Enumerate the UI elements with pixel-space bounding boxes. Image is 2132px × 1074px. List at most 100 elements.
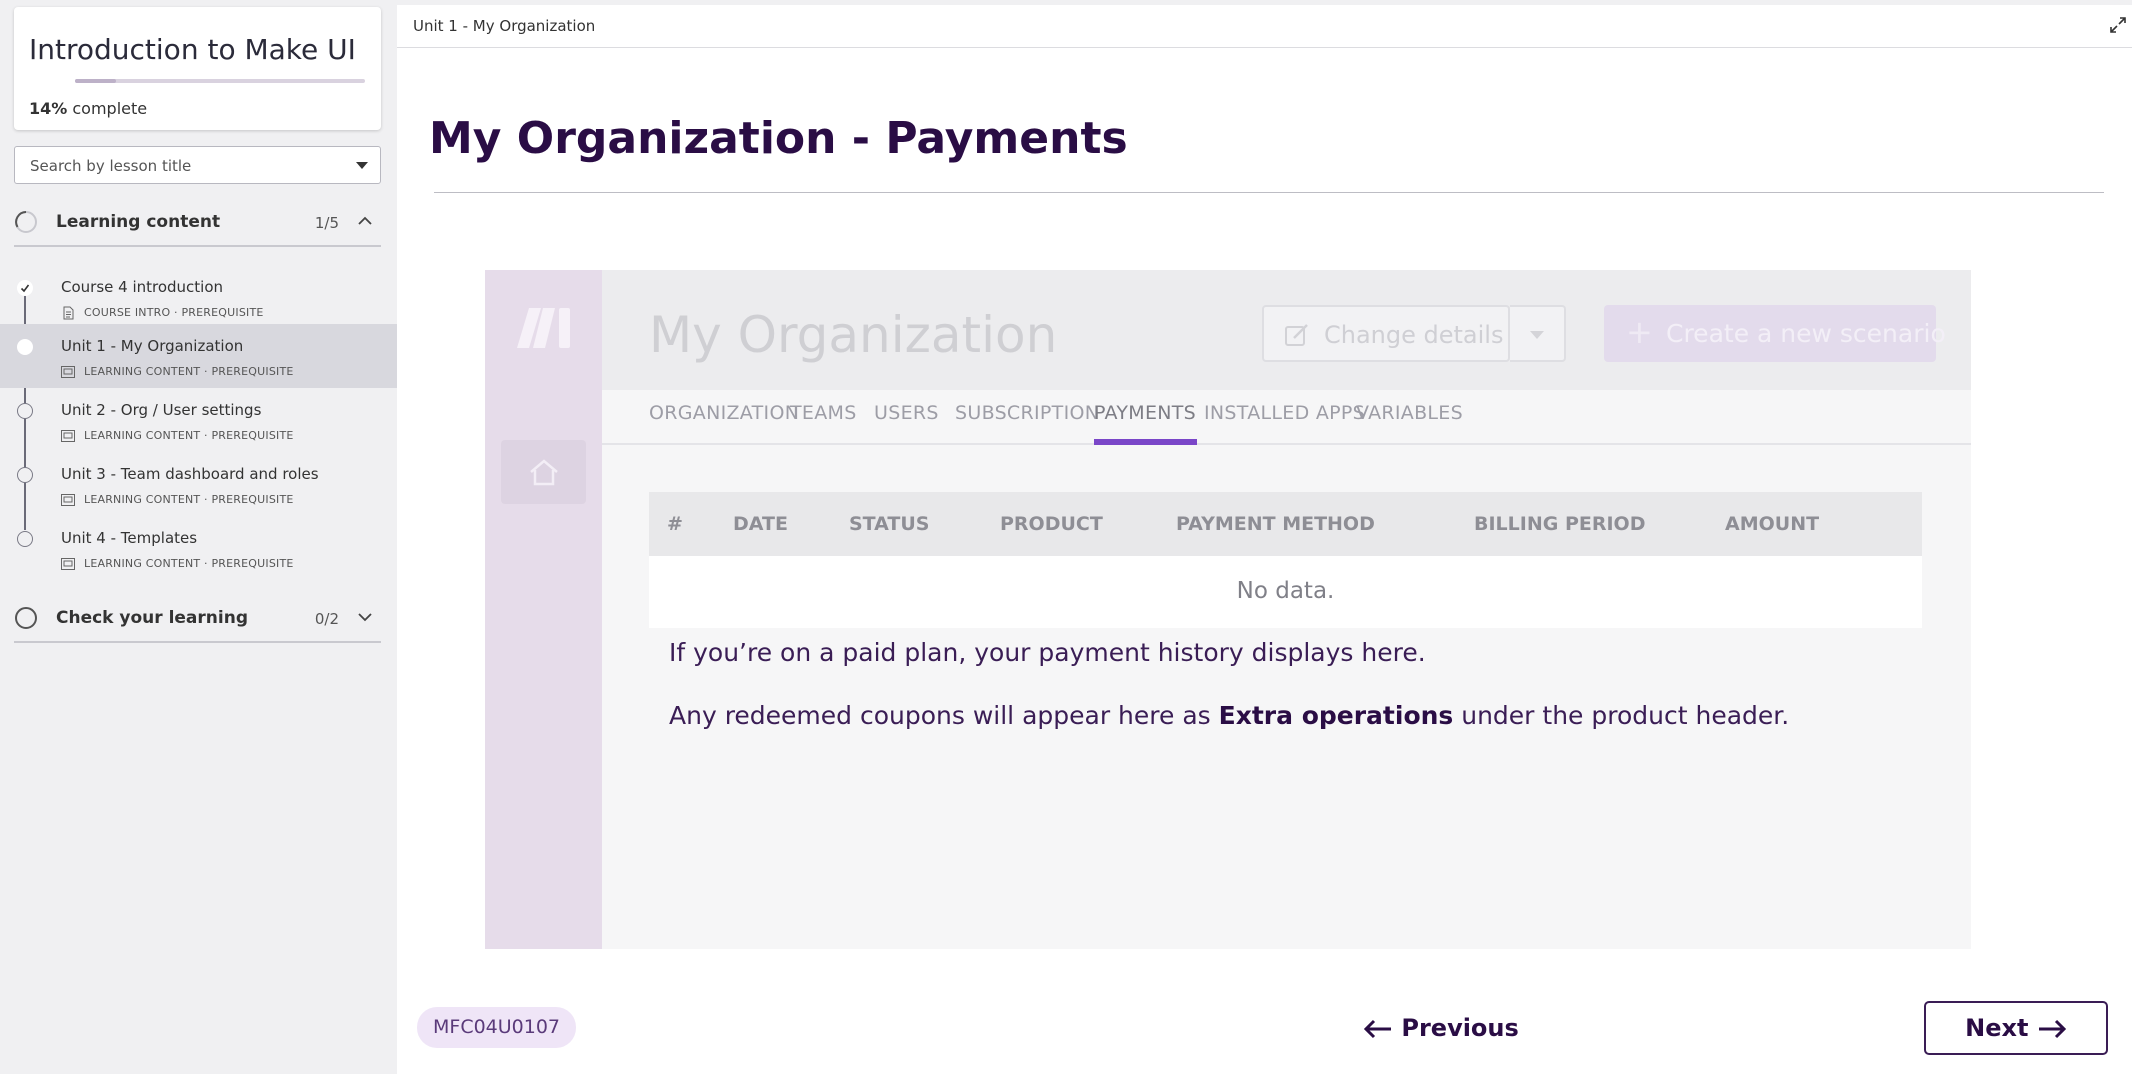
lesson-meta-text: LEARNING CONTENT · PREREQUISITE (84, 429, 294, 442)
previous-label: Previous (1401, 1014, 1519, 1042)
next-button[interactable]: Next (1924, 1001, 2108, 1055)
explanation-text: under the product header. (1453, 701, 1790, 730)
lesson-content: Unit 1 - My Organization My Organization… (397, 5, 2132, 1074)
lesson-meta: LEARNING CONTENT · PREREQUISITE (61, 425, 294, 442)
change-details-dropdown (1510, 305, 1566, 362)
payments-table-body: No data. (649, 556, 1922, 628)
section-count: 0/2 (314, 610, 339, 628)
breadcrumb: Unit 1 - My Organization (413, 17, 596, 35)
empty-state-text: No data. (1236, 578, 1335, 604)
explanation-line-2: Any redeemed coupons will appear here as… (669, 701, 1789, 730)
progress-text: 14% complete (29, 99, 147, 118)
slides-icon (61, 493, 75, 506)
lesson-status-current (17, 339, 33, 355)
column-header: PAYMENT METHOD (1176, 513, 1375, 535)
expand-icon[interactable] (2108, 15, 2128, 35)
caret-down-icon (356, 162, 368, 169)
arrow-left-icon (1363, 1019, 1391, 1039)
lesson-item-course-4-introduction[interactable]: Course 4 introduction COURSE INTRO · PRE… (0, 265, 397, 329)
home-icon (530, 459, 558, 486)
lesson-status (17, 403, 33, 419)
lesson-title: Unit 3 - Team dashboard and roles (61, 465, 319, 483)
section-title: Learning content (56, 212, 221, 232)
lesson-status (17, 467, 33, 483)
progress-ring-icon (15, 607, 37, 629)
section-divider (14, 245, 381, 247)
change-details-label: Change details (1324, 321, 1504, 349)
lesson-meta: LEARNING CONTENT · PREREQUISITE (61, 361, 294, 378)
title-divider (434, 192, 2104, 193)
tab-installed-apps: INSTALLED APPS (1204, 402, 1366, 424)
slides-icon (61, 429, 75, 442)
change-details-button: Change details (1262, 305, 1510, 362)
column-header: PRODUCT (1000, 513, 1103, 535)
create-scenario-button: + Create a new scenario (1604, 305, 1946, 362)
chevron-down-icon (358, 613, 372, 622)
section-check-your-learning[interactable]: Check your learning 0/2 (14, 593, 381, 643)
caret-down-icon (1530, 331, 1544, 339)
lesson-item-unit-1[interactable]: Unit 1 - My Organization LEARNING CONTEN… (0, 324, 397, 388)
slides-icon (61, 557, 75, 570)
progress-bar (75, 79, 365, 83)
lesson-code-badge: MFC04U0107 (417, 1007, 577, 1048)
lesson-item-unit-2[interactable]: Unit 2 - Org / User settings LEARNING CO… (0, 388, 397, 452)
lesson-meta: COURSE INTRO · PREREQUISITE (61, 302, 264, 319)
check-icon (20, 284, 30, 293)
column-header: # (667, 513, 683, 535)
lesson-item-unit-3[interactable]: Unit 3 - Team dashboard and roles LEARNI… (0, 452, 397, 516)
tab-users: USERS (874, 402, 939, 424)
tab-subscription: SUBSCRIPTION (955, 402, 1100, 424)
lesson-item-unit-4[interactable]: Unit 4 - Templates LEARNING CONTENT · PR… (0, 516, 397, 580)
column-header: AMOUNT (1725, 513, 1820, 535)
lesson-search-dropdown[interactable]: Search by lesson title (14, 146, 381, 184)
lesson-meta: LEARNING CONTENT · PREREQUISITE (61, 553, 294, 570)
section-divider (14, 641, 381, 643)
app-tab-bar: ORGANIZATION TEAMS USERS SUBSCRIPTION PA… (602, 390, 1971, 445)
progress-suffix: complete (67, 99, 148, 118)
lesson-status (17, 531, 33, 547)
tab-variables: VARIABLES (1356, 402, 1463, 424)
arrow-right-icon (2038, 1019, 2066, 1039)
make-logo-icon (517, 308, 570, 348)
app-sidebar-rail (485, 270, 602, 949)
active-tab-indicator (1094, 439, 1197, 445)
lesson-title: Unit 1 - My Organization (61, 337, 244, 355)
slides-icon (61, 365, 75, 378)
previous-button[interactable]: Previous (1363, 1003, 1521, 1053)
explanation-highlight: Extra operations (1218, 701, 1454, 730)
app-screenshot-image: My Organization Change details + Create … (485, 270, 1971, 949)
page-title: My Organization - Payments (429, 113, 1128, 164)
section-learning-content[interactable]: Learning content 1/5 (14, 197, 381, 247)
lesson-meta-text: COURSE INTRO · PREREQUISITE (84, 306, 264, 319)
payments-table-header: # DATE STATUS PRODUCT PAYMENT METHOD BIL… (649, 492, 1922, 556)
app-header: My Organization Change details + Create … (602, 270, 1971, 390)
lesson-meta: LEARNING CONTENT · PREREQUISITE (61, 489, 294, 506)
tab-organization: ORGANIZATION (649, 402, 800, 424)
lesson-title: Unit 2 - Org / User settings (61, 401, 262, 419)
column-header: DATE (733, 513, 788, 535)
sidebar: Introduction to Make UI 14% complete Sea… (0, 0, 397, 1074)
progress-percent: 14% (29, 99, 68, 118)
lesson-meta-text: LEARNING CONTENT · PREREQUISITE (84, 557, 294, 570)
lesson-meta-text: LEARNING CONTENT · PREREQUISITE (84, 365, 294, 378)
section-count: 1/5 (314, 214, 339, 232)
progress-bar-fill (75, 79, 116, 83)
lesson-title: Course 4 introduction (61, 278, 224, 296)
lesson-status (17, 280, 33, 296)
explanation-text: Any redeemed coupons will appear here as (669, 701, 1219, 730)
explanation-line-1: If you’re on a paid plan, your payment h… (669, 638, 1426, 667)
column-header: STATUS (849, 513, 930, 535)
edit-icon (1285, 324, 1308, 346)
create-scenario-label: Create a new scenario (1666, 319, 1946, 348)
tab-teams: TEAMS (790, 402, 857, 424)
course-card: Introduction to Make UI 14% complete (14, 7, 381, 130)
next-label: Next (1965, 1014, 2029, 1042)
search-placeholder: Search by lesson title (30, 157, 192, 175)
home-nav-item (501, 440, 586, 504)
lesson-topbar: Unit 1 - My Organization (397, 5, 2132, 48)
column-header: BILLING PERIOD (1474, 513, 1646, 535)
section-title: Check your learning (56, 608, 248, 628)
course-title: Introduction to Make UI (29, 33, 356, 66)
chevron-up-icon (358, 216, 372, 225)
lesson-meta-text: LEARNING CONTENT · PREREQUISITE (84, 493, 294, 506)
